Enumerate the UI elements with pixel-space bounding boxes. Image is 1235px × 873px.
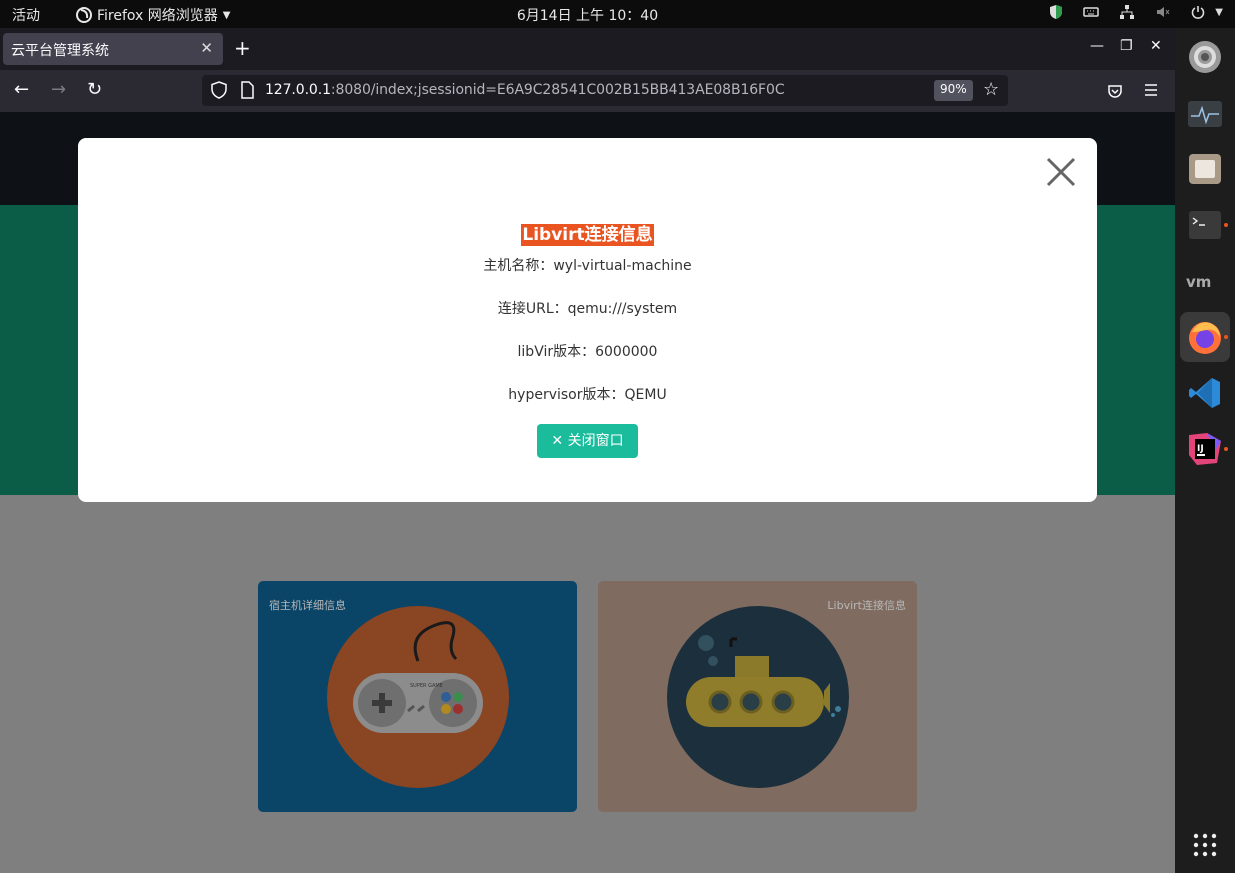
- libvirt-version-line: libVir版本：6000000: [517, 344, 658, 360]
- dock-firefox[interactable]: [1180, 312, 1230, 362]
- new-tab-button[interactable]: +: [234, 36, 251, 60]
- dock-vmware[interactable]: vm: [1180, 256, 1230, 306]
- dock-files[interactable]: [1180, 144, 1230, 194]
- terminal-icon: [1189, 211, 1221, 239]
- running-indicator: [1224, 447, 1228, 451]
- connection-url-line: 连接URL：qemu:///system: [497, 301, 678, 317]
- url-path: :8080/index;jsessionid=E6A9C28541C002B15…: [330, 82, 785, 98]
- url-bar[interactable]: 127.0.0.1:8080/index;jsessionid=E6A9C285…: [202, 75, 1008, 106]
- show-applications-button[interactable]: [1180, 820, 1230, 870]
- web-page: 宿主机详细信息 SUPER GAME Libvirt连接信息 Libvirt连接…: [0, 112, 1175, 873]
- settings-icon: [1189, 41, 1221, 73]
- bookmark-star-icon[interactable]: ☆: [983, 79, 999, 100]
- power-menu[interactable]: ▼: [1191, 5, 1223, 19]
- running-indicator: [1224, 223, 1228, 227]
- gamepad-illustration: SUPER GAME: [327, 606, 509, 788]
- clock[interactable]: 6月14日 上午 10：40: [0, 5, 1175, 25]
- close-icon: ✕: [551, 433, 568, 449]
- running-indicator: [1224, 335, 1228, 339]
- menu-icon[interactable]: [1144, 83, 1158, 97]
- firefox-icon: [1189, 322, 1221, 354]
- vmware-icon: vm: [1186, 273, 1211, 289]
- network-icon: [1120, 5, 1135, 19]
- intellij-icon: IJ: [1189, 433, 1221, 465]
- close-tab-icon[interactable]: ✕: [200, 39, 213, 57]
- svg-text:IJ: IJ: [1197, 444, 1204, 454]
- close-button-label: 关闭窗口: [567, 433, 624, 449]
- tracking-protection-icon[interactable]: [211, 81, 227, 99]
- host-info-card[interactable]: 宿主机详细信息 SUPER GAME: [258, 581, 577, 812]
- close-window-modal-button[interactable]: ✕ 关闭窗口: [537, 424, 638, 458]
- minimize-button[interactable]: —: [1090, 38, 1104, 54]
- tab-active[interactable]: 云平台管理系统 ✕: [3, 33, 223, 65]
- shield-icon: [1050, 5, 1063, 19]
- close-icon[interactable]: [1045, 156, 1077, 188]
- power-icon: [1192, 6, 1205, 19]
- dock-intellij[interactable]: IJ: [1180, 424, 1230, 474]
- vscode-icon: [1189, 378, 1220, 408]
- reload-button[interactable]: ↻: [87, 79, 102, 100]
- svg-text:vm: vm: [1186, 273, 1211, 289]
- chevron-down-icon: ▼: [1215, 6, 1223, 18]
- libvirt-info-card[interactable]: Libvirt连接信息: [598, 581, 917, 812]
- pocket-icon[interactable]: [1107, 83, 1123, 99]
- dock-system-monitor[interactable]: [1180, 89, 1230, 139]
- tab-title: 云平台管理系统: [11, 43, 109, 59]
- libvirt-info-modal: Libvirt连接信息 主机名称：wyl-virtual-machine 连接U…: [78, 138, 1097, 502]
- maximize-button[interactable]: ❐: [1120, 38, 1133, 54]
- app-dock: vm IJ: [1175, 28, 1235, 873]
- system-monitor-icon: [1188, 101, 1222, 127]
- url-host: 127.0.0.1: [265, 82, 331, 98]
- page-info-icon[interactable]: [240, 81, 254, 99]
- navigation-bar: ← → ↻ 127.0.0.1:8080/index;jsessionid=E6…: [0, 70, 1175, 112]
- host-name-line: 主机名称：wyl-virtual-machine: [483, 258, 692, 274]
- modal-title: Libvirt连接信息: [78, 220, 1097, 246]
- tab-bar: 云平台管理系统 ✕ + — ❐ ✕: [0, 28, 1175, 70]
- app-grid-icon: [1193, 833, 1217, 857]
- url-text[interactable]: 127.0.0.1:8080/index;jsessionid=E6A9C285…: [265, 82, 785, 98]
- files-icon: [1189, 154, 1221, 184]
- system-top-bar: 活动 Firefox 网络浏览器 ▼ 6月14日 上午 10：40 ▼: [0, 0, 1235, 28]
- keyboard-icon: [1083, 7, 1100, 17]
- zoom-level-badge[interactable]: 90%: [934, 80, 973, 101]
- forward-button[interactable]: →: [51, 79, 66, 100]
- dock-vscode[interactable]: [1180, 368, 1230, 418]
- close-window-button[interactable]: ✕: [1150, 38, 1162, 54]
- system-tray[interactable]: ▼: [1049, 4, 1223, 20]
- volume-icon: [1157, 7, 1170, 17]
- submarine-illustration: [667, 606, 849, 788]
- svg-text:SUPER GAME: SUPER GAME: [410, 683, 443, 689]
- firefox-window: 云平台管理系统 ✕ + — ❐ ✕ ← → ↻ 127.0.0.1:8080/i…: [0, 28, 1175, 873]
- dock-terminal[interactable]: [1180, 200, 1230, 250]
- hypervisor-version-line: hypervisor版本：QEMU: [508, 387, 667, 403]
- dock-settings[interactable]: [1180, 32, 1230, 82]
- modal-title-text: Libvirt连接信息: [521, 224, 654, 246]
- back-button[interactable]: ←: [14, 79, 29, 100]
